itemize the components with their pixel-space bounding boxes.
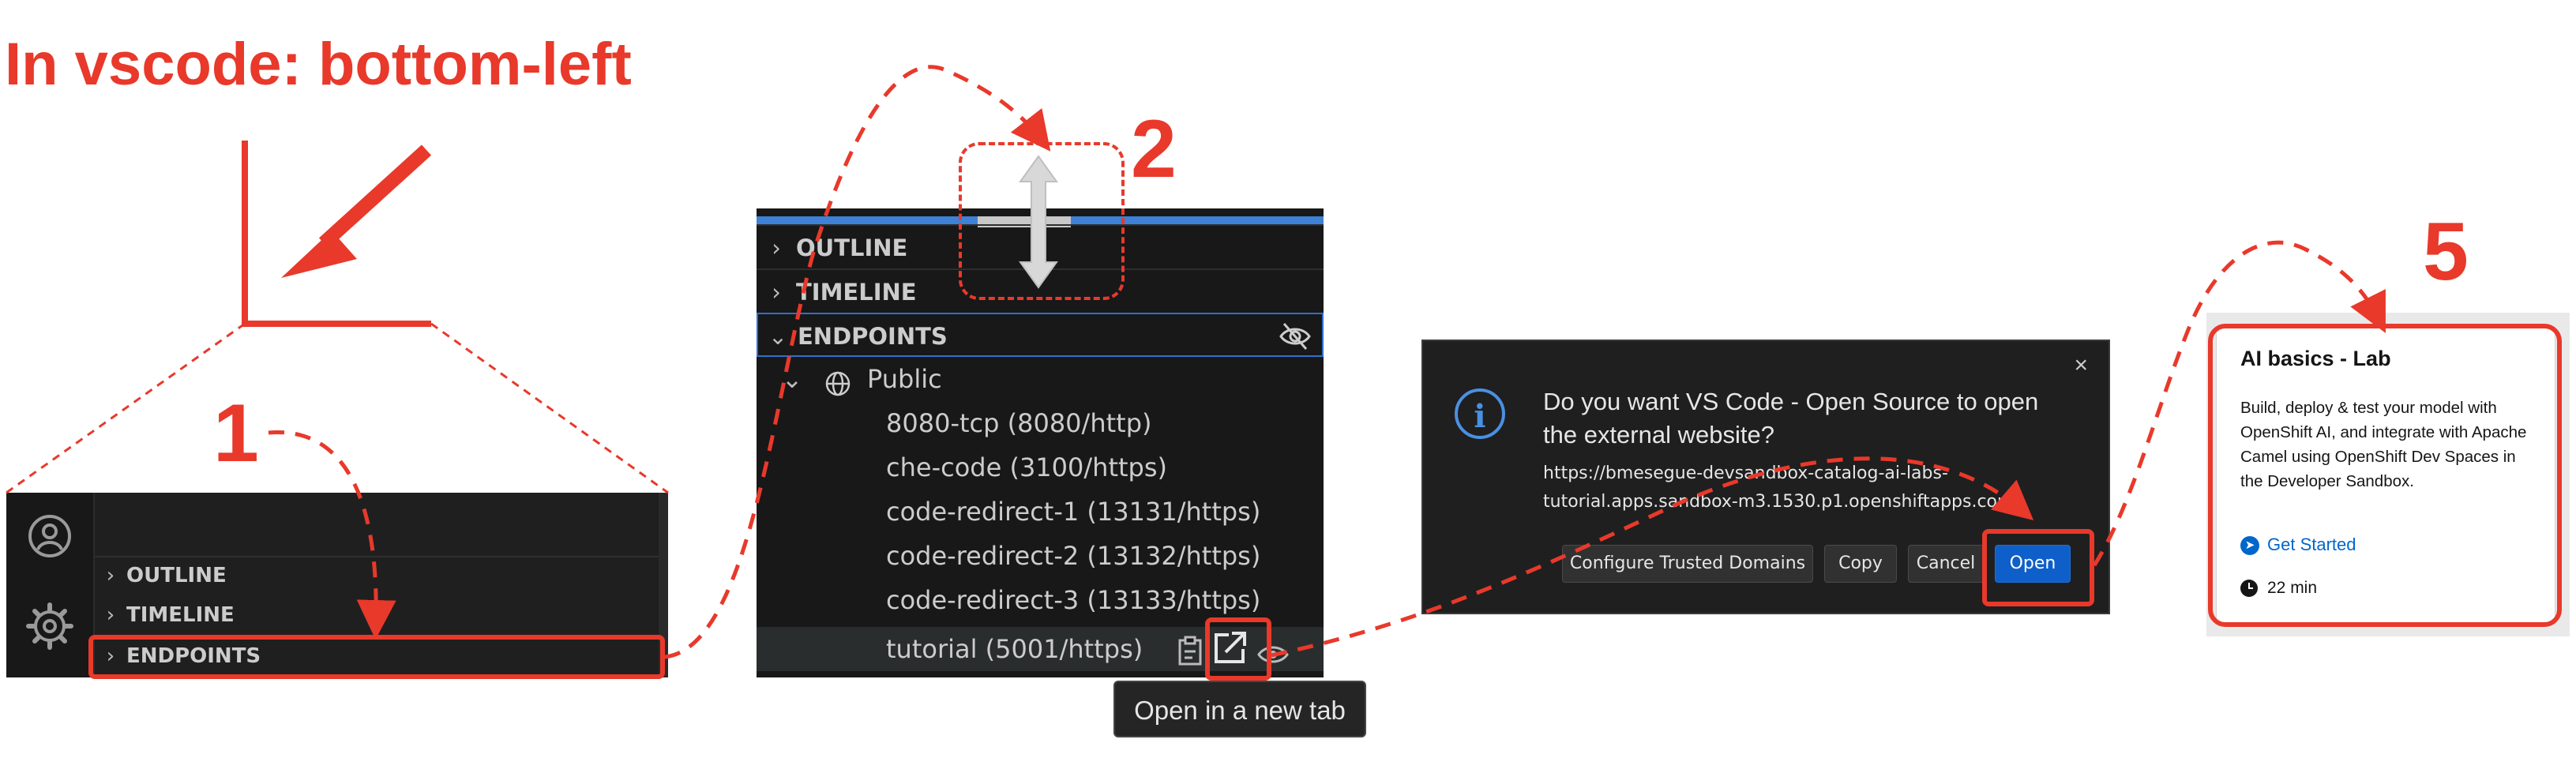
info-icon: i: [1455, 388, 1505, 439]
section-timeline[interactable]: › TIMELINE: [95, 597, 659, 633]
endpoint-row[interactable]: che-code (3100/https): [757, 445, 1324, 490]
chevron-right-icon: ›: [772, 235, 781, 261]
section-timeline-label: TIMELINE: [796, 279, 917, 306]
cancel-button[interactable]: Cancel: [1908, 545, 1984, 583]
chevron-right-icon: ›: [772, 279, 781, 306]
dialog-url: https://bmesegue-devsandbox-catalog-ai-l…: [1543, 463, 2020, 512]
endpoint-label: che-code (3100/https): [886, 452, 1167, 482]
account-icon[interactable]: [27, 513, 73, 563]
chevron-down-icon: ⌄: [781, 364, 803, 394]
section-endpoints-label: ENDPOINTS: [798, 323, 948, 350]
section-outline-label: OUTLINE: [126, 564, 227, 587]
configure-trusted-domains-button[interactable]: Configure Trusted Domains: [1562, 545, 1813, 583]
activity-bar: [6, 493, 95, 677]
highlight-open-button: [1982, 529, 2094, 606]
section-timeline-label: TIMELINE: [126, 603, 235, 627]
endpoint-row[interactable]: code-redirect-3 (13133/https): [757, 578, 1324, 622]
endpoint-label: code-redirect-1 (13131/https): [886, 497, 1261, 527]
endpoint-group-public[interactable]: ⌄ Public: [757, 357, 1324, 401]
endpoint-row[interactable]: code-redirect-1 (13131/https): [757, 490, 1324, 534]
endpoint-label: code-redirect-2 (13132/https): [886, 541, 1261, 571]
tooltip: Open in a new tab: [1113, 681, 1366, 737]
step-2-label: 2: [1131, 103, 1177, 195]
section-outline[interactable]: › OUTLINE: [95, 557, 659, 594]
endpoint-row[interactable]: code-redirect-2 (13132/https): [757, 534, 1324, 578]
step-1-label: 1: [213, 388, 259, 479]
endpoint-label: 8080-tcp (8080/http): [886, 408, 1152, 438]
annotation-heading: In vscode: bottom-left: [5, 31, 632, 98]
step-5-label: 5: [2423, 206, 2469, 298]
chevron-right-icon: ›: [106, 603, 115, 627]
endpoint-row[interactable]: 8080-tcp (8080/http): [757, 401, 1324, 445]
highlight-open-external: [1205, 617, 1271, 681]
copy-button[interactable]: Copy: [1824, 545, 1897, 583]
endpoint-label: tutorial (5001/https): [886, 634, 1143, 664]
gear-icon[interactable]: [25, 602, 74, 655]
highlight-endpoints: [88, 635, 665, 679]
chevron-right-icon: ›: [106, 564, 115, 587]
section-outline-label: OUTLINE: [796, 235, 908, 261]
dialog-title: Do you want VS Code - Open Source to ope…: [1543, 388, 2039, 448]
close-icon[interactable]: ×: [2074, 352, 2088, 379]
endpoint-label: code-redirect-3 (13133/https): [886, 585, 1261, 615]
section-endpoints[interactable]: ⌄ ENDPOINTS: [757, 313, 1324, 357]
endpoint-group-label: Public: [867, 364, 942, 394]
clipboard-icon[interactable]: [1177, 635, 1204, 679]
highlight-sash: [959, 142, 1125, 300]
highlight-lab-card: [2208, 324, 2562, 627]
chevron-down-icon: ⌄: [768, 323, 788, 350]
